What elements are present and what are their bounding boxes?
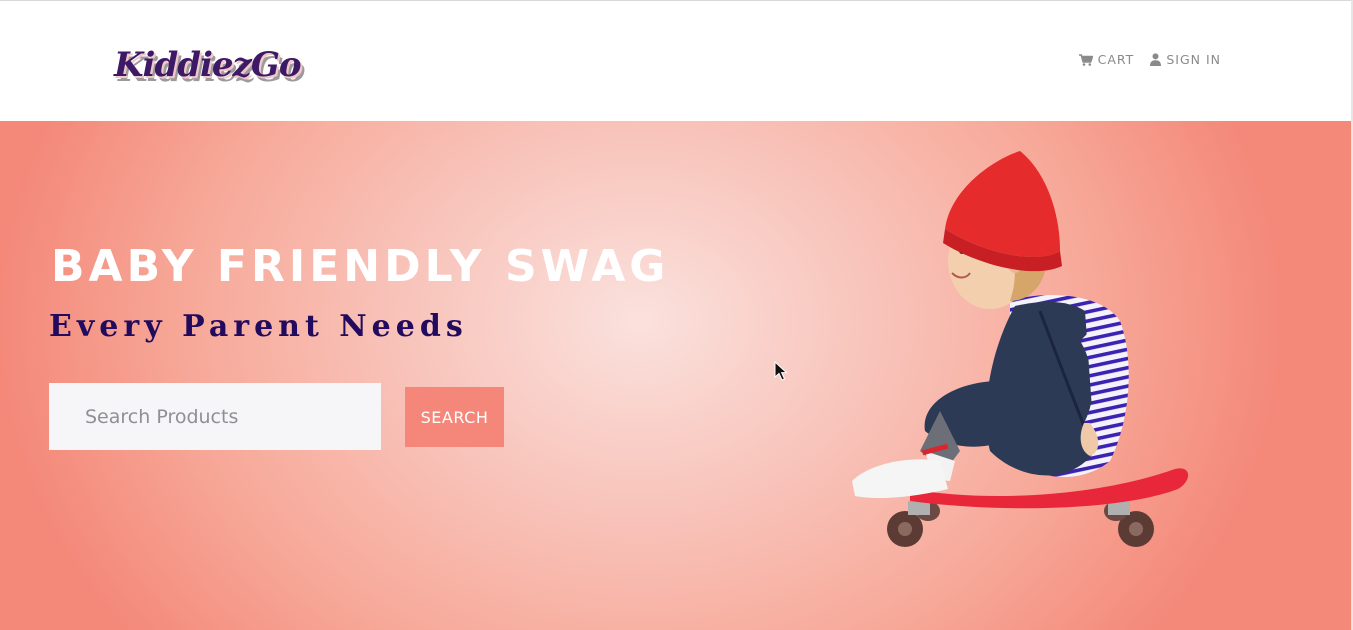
hero-banner: BABY FRIENDLY SWAG Every Parent Needs SE… xyxy=(0,121,1351,630)
sign-in-label: SIGN IN xyxy=(1166,52,1221,67)
navbar: KiddiezGo KiddiezGo KiddiezGo CART SIGN … xyxy=(0,1,1351,121)
nav-links: CART SIGN IN xyxy=(1078,52,1221,67)
user-icon xyxy=(1150,53,1162,66)
logo-text: KiddiezGo xyxy=(114,45,302,85)
child-on-skateboard-image xyxy=(852,151,1189,547)
cart-label: CART xyxy=(1097,52,1135,67)
hero-title: BABY FRIENDLY SWAG xyxy=(51,241,670,292)
mouse-cursor-icon xyxy=(774,361,788,381)
search-input[interactable] xyxy=(49,383,381,450)
cart-link[interactable]: CART xyxy=(1078,52,1135,67)
search-button[interactable]: SEARCH xyxy=(405,387,504,447)
shopping-cart-icon xyxy=(1078,53,1093,66)
page: KiddiezGo KiddiezGo KiddiezGo CART SIGN … xyxy=(0,0,1353,630)
sign-in-link[interactable]: SIGN IN xyxy=(1150,52,1221,67)
logo[interactable]: KiddiezGo KiddiezGo KiddiezGo xyxy=(114,39,306,99)
hero-subtitle: Every Parent Needs xyxy=(49,309,468,344)
